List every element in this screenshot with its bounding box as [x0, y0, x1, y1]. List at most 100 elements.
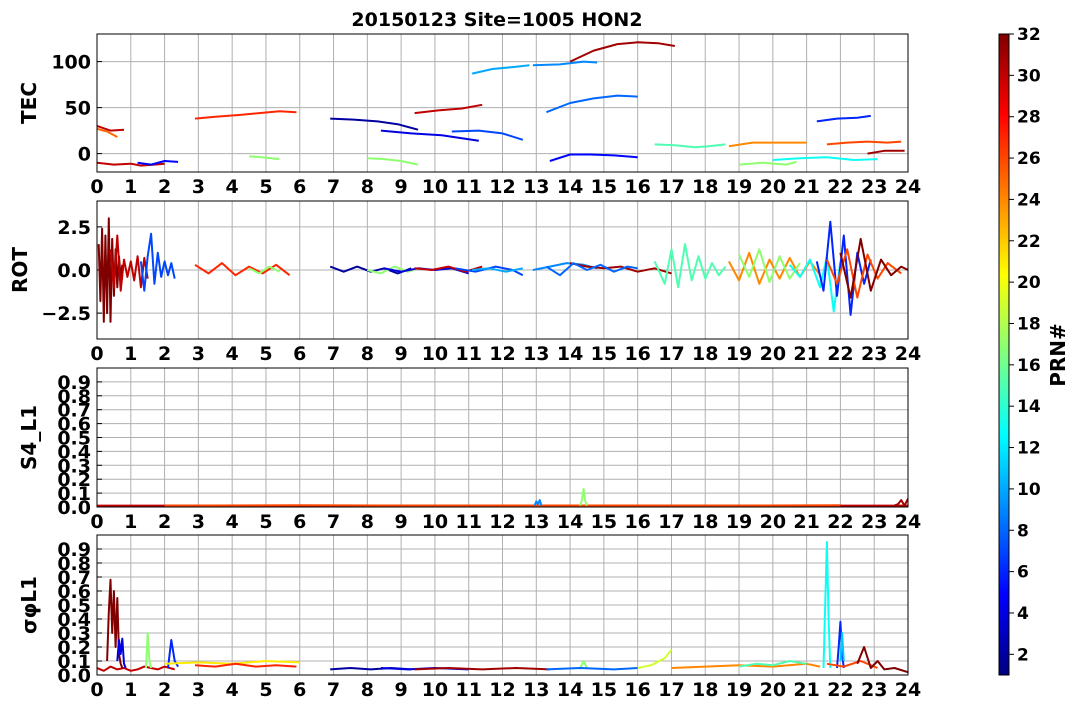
- x-tick-label: 20: [760, 679, 786, 701]
- series-line-prn-32: [106, 578, 124, 669]
- x-tick-label: 11: [455, 343, 481, 365]
- panel-3: 0 1 2 3 4 5 6 7 8 9 10 11 12 13 14 15 16 17 18 19 20 21 22 23 24…: [17, 367, 921, 533]
- series-group: [97, 41, 905, 167]
- x-tick-label: 14: [557, 511, 583, 533]
- x-tick-label: 12: [489, 511, 515, 533]
- x-tick-label: 18: [692, 679, 718, 701]
- x-tick-label: 2: [158, 176, 171, 198]
- x-tick-label: 3: [192, 679, 205, 701]
- series-line-prn-17: [579, 487, 588, 506]
- x-tick-label: 20: [760, 343, 786, 365]
- x-tick-label: 0: [90, 511, 103, 533]
- x-tick-label: 17: [658, 176, 684, 198]
- x-tick-label: 21: [793, 679, 819, 701]
- x-tick-label: 22: [827, 176, 853, 198]
- x-tick-label: 4: [226, 511, 239, 533]
- colorbar-tick-label: 2: [1017, 645, 1029, 665]
- x-tick-label: 12: [489, 343, 515, 365]
- series-line-prn-24: [728, 141, 807, 148]
- series-line-prn-13: [788, 255, 842, 313]
- series-line-prn-17: [738, 160, 797, 166]
- x-tick-label: 6: [293, 511, 306, 533]
- x-tick-label: 1: [124, 511, 137, 533]
- x-tick-label: 4: [226, 176, 239, 198]
- series-line-prn-13: [772, 156, 878, 161]
- x-tick-label: 24: [895, 343, 921, 365]
- x-tick-label: 14: [557, 343, 583, 365]
- x-tick-label: 9: [395, 511, 408, 533]
- x-tick-label: 18: [692, 511, 718, 533]
- x-tick-label: 6: [293, 679, 306, 701]
- panels-group: 0 1 2 3 4 5 6 7 8 9 10 11 12 13 14 15 16 17 18 19 20 21 22 23 24…: [8, 33, 921, 701]
- x-tick-label: 22: [827, 679, 853, 701]
- x-tick-label: 13: [523, 176, 549, 198]
- colorbar-tick-label: 24: [1017, 190, 1041, 210]
- x-tick-label: 3: [192, 343, 205, 365]
- y-tick-label: −2.5: [41, 303, 91, 325]
- series-line-prn-17: [367, 157, 419, 166]
- x-tick-label: 7: [327, 176, 340, 198]
- x-tick-label: 10: [422, 679, 448, 701]
- series-line-prn-17: [579, 660, 588, 669]
- x-tick-label: 15: [591, 679, 617, 701]
- x-tick-label: 22: [827, 343, 853, 365]
- series-line-prn-31: [894, 498, 908, 507]
- x-tick-label: 24: [895, 679, 921, 701]
- series-line-prn-9: [532, 60, 598, 67]
- x-tick-label: 17: [658, 343, 684, 365]
- series-line-prn-15: [654, 143, 726, 149]
- colorbar: PRN# 2468101214161820222426283032: [998, 25, 1070, 676]
- x-tick-label: 16: [624, 679, 650, 701]
- series-line-prn-8: [546, 94, 638, 114]
- y-axis-label: ROT: [8, 247, 32, 293]
- colorbar-tick-label: 8: [1017, 521, 1029, 541]
- y-tick-label: 0.9: [57, 372, 91, 394]
- series-line-prn-32: [856, 646, 908, 674]
- series-line-prn-31: [414, 667, 550, 671]
- x-tick-label: 12: [489, 176, 515, 198]
- x-tick-label: 4: [226, 679, 239, 701]
- colorbar-tick-label: 6: [1017, 563, 1029, 583]
- x-tick-label: 5: [259, 679, 272, 701]
- x-tick-label: 2: [158, 511, 171, 533]
- series-line-prn-15: [653, 243, 727, 289]
- x-tick-label: 19: [726, 176, 752, 198]
- x-tick-label: 23: [861, 679, 887, 701]
- chart-title: 20150123 Site=1005 HON2: [351, 9, 642, 31]
- series-line-prn-30: [109, 234, 149, 292]
- x-tick-label: 12: [489, 679, 515, 701]
- series-line-prn-10: [471, 64, 530, 75]
- series-line-prn-17: [249, 155, 280, 161]
- x-tick-label: 21: [793, 343, 819, 365]
- x-tick-label: 11: [455, 679, 481, 701]
- x-tick-label: 17: [658, 511, 684, 533]
- colorbar-tick-label: 10: [1017, 480, 1041, 500]
- x-tick-label: 6: [293, 176, 306, 198]
- x-tick-label: 14: [557, 679, 583, 701]
- series-line-prn-17: [145, 632, 153, 669]
- x-tick-label: 9: [395, 343, 408, 365]
- x-tick-label: 8: [361, 176, 374, 198]
- series-line-prn-27: [194, 662, 297, 668]
- series-line-prn-30: [97, 665, 175, 672]
- series-line-prn-4: [380, 129, 479, 142]
- x-tick-label: 2: [158, 679, 171, 701]
- x-tick-label: 15: [591, 343, 617, 365]
- colorbar-gradient: [998, 33, 1010, 676]
- y-tick-label: 0.0: [57, 260, 91, 282]
- x-tick-label: 4: [226, 343, 239, 365]
- y-axis-label: S4_L1: [17, 405, 41, 470]
- series-line-prn-9: [533, 499, 543, 506]
- x-tick-label: 1: [124, 176, 137, 198]
- series-line-prn-27: [194, 110, 297, 120]
- x-tick-label: 13: [523, 343, 549, 365]
- series-line-prn-5: [549, 153, 638, 162]
- x-tick-label: 10: [422, 343, 448, 365]
- x-tick-label: 5: [259, 343, 272, 365]
- x-tick-label: 15: [591, 176, 617, 198]
- x-tick-label: 3: [192, 511, 205, 533]
- panel-2: 0 1 2 3 4 5 6 7 8 9 10 11 12 13 14 15 16 17 18 19 20 21 22 23 24…: [8, 200, 921, 365]
- x-tick-label: 14: [557, 176, 583, 198]
- colorbar-tick-label: 26: [1017, 149, 1041, 169]
- x-tick-label: 22: [827, 511, 853, 533]
